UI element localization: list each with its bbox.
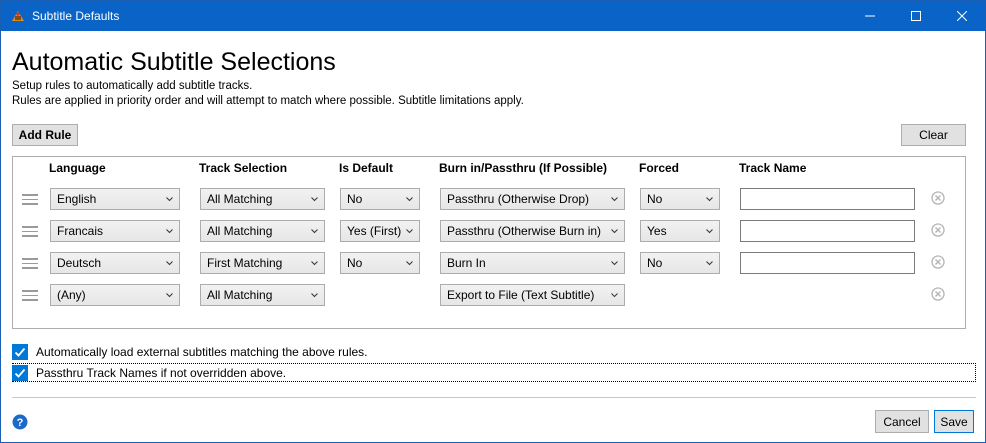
remove-rule-icon[interactable] bbox=[931, 223, 945, 237]
select-value: First Matching bbox=[207, 256, 283, 270]
chevron-down-icon bbox=[706, 197, 713, 202]
select-value: Passthru (Otherwise Drop) bbox=[447, 192, 590, 206]
add-rule-button[interactable]: Add Rule bbox=[12, 124, 78, 146]
close-icon bbox=[957, 11, 967, 21]
language-select[interactable]: Deutsch bbox=[50, 252, 180, 274]
select-value: No bbox=[647, 256, 663, 270]
chevron-down-icon bbox=[311, 261, 318, 266]
column-header-burn-in: Burn in/Passthru (If Possible) bbox=[439, 161, 608, 175]
track-selection-select[interactable]: All Matching bbox=[200, 188, 325, 210]
burn-in-select[interactable]: Export to File (Text Subtitle) bbox=[440, 284, 625, 306]
remove-rule-icon[interactable] bbox=[931, 287, 945, 301]
language-select[interactable]: Francais bbox=[50, 220, 180, 242]
select-value: (Any) bbox=[57, 288, 86, 302]
passthru-names-label: Passthru Track Names if not overridden a… bbox=[36, 366, 287, 380]
svg-text:?: ? bbox=[17, 417, 24, 429]
chevron-down-icon bbox=[611, 197, 618, 202]
drag-handle-icon[interactable] bbox=[22, 290, 38, 301]
burn-in-select[interactable]: Passthru (Otherwise Drop) bbox=[440, 188, 625, 210]
chevron-down-icon bbox=[311, 229, 318, 234]
chevron-down-icon bbox=[311, 293, 318, 298]
burn-in-select[interactable]: Passthru (Otherwise Burn in) bbox=[440, 220, 625, 242]
chevron-down-icon bbox=[311, 197, 318, 202]
select-value: English bbox=[57, 192, 97, 206]
select-value: Yes (First) bbox=[347, 224, 402, 238]
select-value: All Matching bbox=[207, 288, 273, 302]
is-default-select[interactable]: No bbox=[340, 252, 420, 274]
page-title: Automatic Subtitle Selections bbox=[12, 48, 336, 76]
column-header-is-default: Is Default bbox=[339, 161, 394, 175]
clear-button[interactable]: Clear bbox=[901, 124, 966, 146]
handbrake-app-icon bbox=[12, 11, 24, 21]
remove-rule-icon[interactable] bbox=[931, 255, 945, 269]
is-default-select[interactable]: No bbox=[340, 188, 420, 210]
checkmark-icon bbox=[14, 347, 26, 357]
track-selection-select[interactable]: All Matching bbox=[200, 220, 325, 242]
track-selection-select[interactable]: All Matching bbox=[200, 284, 325, 306]
window-title: Subtitle Defaults bbox=[32, 9, 120, 23]
forced-select[interactable]: Yes bbox=[640, 220, 720, 242]
forced-select[interactable]: No bbox=[640, 188, 720, 210]
chevron-down-icon bbox=[166, 293, 173, 298]
description-line-1: Setup rules to automatically add subtitl… bbox=[12, 80, 253, 92]
minimize-icon bbox=[865, 15, 875, 17]
subtitle-defaults-window: Subtitle Defaults Automatic Subtitle Sel… bbox=[0, 0, 986, 443]
maximize-button[interactable] bbox=[893, 1, 939, 31]
chevron-down-icon bbox=[611, 293, 618, 298]
burn-in-select[interactable]: Burn In bbox=[440, 252, 625, 274]
column-header-track-name: Track Name bbox=[739, 161, 807, 175]
save-button[interactable]: Save bbox=[934, 410, 974, 433]
forced-select[interactable]: No bbox=[640, 252, 720, 274]
drag-handle-icon[interactable] bbox=[22, 194, 38, 205]
chevron-down-icon bbox=[166, 229, 173, 234]
language-select[interactable]: English bbox=[50, 188, 180, 210]
minimize-button[interactable] bbox=[847, 1, 893, 31]
title-bar: Subtitle Defaults bbox=[1, 1, 985, 31]
chevron-down-icon bbox=[166, 197, 173, 202]
description-line-2: Rules are applied in priority order and … bbox=[12, 95, 524, 107]
chevron-down-icon bbox=[706, 229, 713, 234]
select-value: All Matching bbox=[207, 192, 273, 206]
maximize-icon bbox=[911, 11, 921, 21]
auto-load-label: Automatically load external subtitles ma… bbox=[36, 345, 368, 359]
chevron-down-icon bbox=[166, 261, 173, 266]
column-header-language: Language bbox=[49, 161, 106, 175]
drag-handle-icon[interactable] bbox=[22, 258, 38, 269]
select-value: Yes bbox=[647, 224, 667, 238]
remove-rule-icon[interactable] bbox=[931, 191, 945, 205]
chevron-down-icon bbox=[611, 229, 618, 234]
track-selection-select[interactable]: First Matching bbox=[200, 252, 325, 274]
chevron-down-icon bbox=[406, 197, 413, 202]
checkmark-icon bbox=[14, 368, 26, 378]
select-value: No bbox=[647, 192, 663, 206]
language-select[interactable]: (Any) bbox=[50, 284, 180, 306]
select-value: Francais bbox=[57, 224, 104, 238]
select-value: No bbox=[347, 192, 363, 206]
select-value: Export to File (Text Subtitle) bbox=[447, 288, 595, 302]
close-button[interactable] bbox=[939, 1, 985, 31]
chevron-down-icon bbox=[611, 261, 618, 266]
is-default-select[interactable]: Yes (First) bbox=[340, 220, 420, 242]
chevron-down-icon bbox=[706, 261, 713, 266]
track-name-input[interactable] bbox=[740, 252, 915, 274]
drag-handle-icon[interactable] bbox=[22, 226, 38, 237]
select-value: Deutsch bbox=[57, 256, 102, 270]
footer-separator bbox=[12, 397, 976, 398]
cancel-button[interactable]: Cancel bbox=[875, 410, 929, 433]
chevron-down-icon bbox=[406, 229, 413, 234]
track-name-input[interactable] bbox=[740, 188, 915, 210]
passthru-names-checkbox[interactable] bbox=[12, 365, 28, 381]
column-header-forced: Forced bbox=[639, 161, 680, 175]
select-value: All Matching bbox=[207, 224, 273, 238]
help-icon[interactable]: ? bbox=[12, 414, 28, 430]
column-header-track-selection: Track Selection bbox=[199, 161, 288, 175]
auto-load-checkbox[interactable] bbox=[12, 344, 28, 360]
select-value: Passthru (Otherwise Burn in) bbox=[447, 224, 602, 238]
select-value: No bbox=[347, 256, 363, 270]
track-name-input[interactable] bbox=[740, 220, 915, 242]
select-value: Burn In bbox=[447, 256, 486, 270]
chevron-down-icon bbox=[406, 261, 413, 266]
